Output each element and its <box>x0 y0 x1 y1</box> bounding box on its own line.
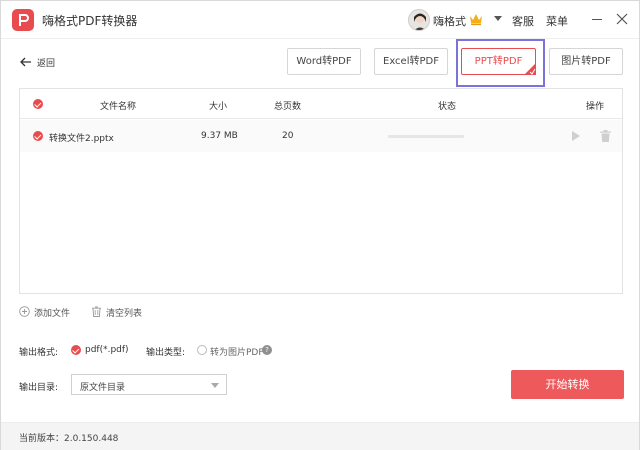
select-all-checkbox[interactable] <box>33 99 43 109</box>
file-size: 9.37 MB <box>201 131 238 141</box>
tab-ppt-to-pdf-label: PPT转PDF <box>474 56 523 67</box>
avatar[interactable] <box>408 9 430 31</box>
start-convert-button[interactable]: 开始转换 <box>511 370 624 399</box>
output-format-label: 输出格式: <box>19 348 59 358</box>
chevron-down-icon[interactable] <box>494 16 502 21</box>
help-icon[interactable]: ? <box>262 345 272 355</box>
output-dir-label: 输出目录: <box>19 383 59 393</box>
output-dir-select[interactable]: 原文件目录 <box>71 374 227 395</box>
version-text: 当前版本：2.0.150.448 <box>19 434 119 444</box>
chevron-down-icon <box>211 383 219 388</box>
table-row[interactable]: 转换文件2.pptx 9.37 MB 20 <box>20 120 622 152</box>
column-header-size: 大小 <box>209 102 228 112</box>
play-icon[interactable] <box>572 131 580 141</box>
app-title: 嗨格式PDF转换器 <box>42 14 138 28</box>
format-value[interactable]: pdf(*.pdf) <box>85 345 129 355</box>
minimize-icon[interactable] <box>592 19 602 20</box>
selected-corner-icon <box>524 63 536 75</box>
format-radio-pdf[interactable] <box>71 345 81 355</box>
close-icon[interactable] <box>616 13 628 25</box>
type-value[interactable]: 转为图片PDF <box>210 345 264 358</box>
file-pages: 20 <box>282 131 294 141</box>
output-type-label: 输出类型: <box>146 348 186 358</box>
table-header: 文件名称 大小 总页数 状态 操作 <box>20 89 622 119</box>
tab-excel-to-pdf[interactable]: Excel转PDF <box>374 48 448 75</box>
service-link[interactable]: 客服 <box>512 13 534 29</box>
app-window: 嗨格式PDF转换器 嗨格式 客服 菜单 返回 Word转PDF Excel转PD… <box>0 0 640 450</box>
tab-word-to-pdf[interactable]: Word转PDF <box>287 48 361 75</box>
user-name[interactable]: 嗨格式 <box>433 13 466 29</box>
trash-icon <box>91 306 102 317</box>
type-radio-image-pdf[interactable] <box>197 345 207 355</box>
logo-icon <box>12 9 34 31</box>
trash-icon[interactable] <box>600 130 611 142</box>
back-label: 返回 <box>37 59 56 69</box>
file-table: 文件名称 大小 总页数 状态 操作 转换文件2.pptx 9.37 MB 20 <box>19 88 623 294</box>
output-dir-value: 原文件目录 <box>80 383 126 393</box>
crown-icon <box>468 11 484 27</box>
row-checkbox[interactable] <box>33 131 43 141</box>
tab-image-to-pdf[interactable]: 图片转PDF <box>549 48 623 75</box>
file-name: 转换文件2.pptx <box>49 134 114 144</box>
menu-link[interactable]: 菜单 <box>546 13 568 29</box>
add-circle-icon <box>19 306 30 317</box>
status-bar: 当前版本：2.0.150.448 <box>1 422 639 450</box>
tab-ppt-to-pdf[interactable]: PPT转PDF <box>461 48 536 75</box>
column-header-actions: 操作 <box>586 102 605 112</box>
add-file-label: 添加文件 <box>34 309 71 319</box>
column-header-pages: 总页数 <box>274 102 302 112</box>
column-header-name: 文件名称 <box>100 102 137 112</box>
title-bar: 嗨格式PDF转换器 嗨格式 客服 菜单 <box>1 1 639 39</box>
column-header-status: 状态 <box>438 102 457 112</box>
clear-list-label: 清空列表 <box>106 309 143 319</box>
back-arrow-icon <box>19 55 33 69</box>
progress-bar <box>388 135 464 138</box>
